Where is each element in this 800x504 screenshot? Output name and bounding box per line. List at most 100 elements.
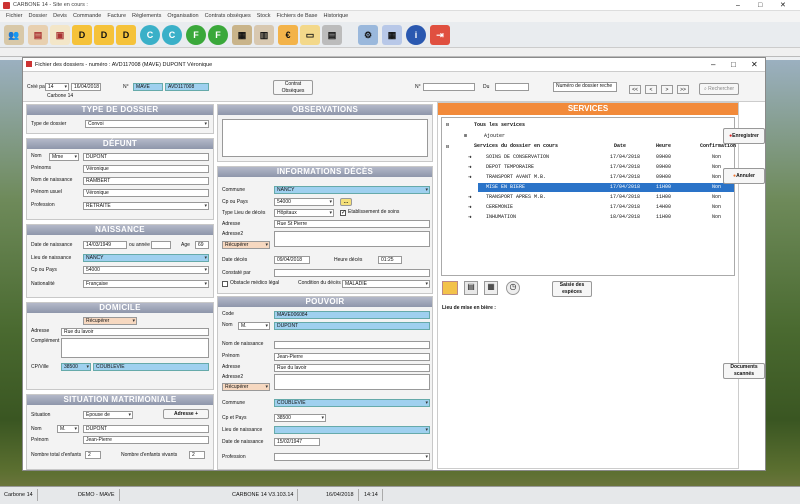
info-icon[interactable]: i: [406, 25, 426, 45]
nationalite-select[interactable]: Française: [83, 280, 209, 288]
prenom-usuel-field[interactable]: Véronique: [83, 189, 209, 197]
nav-first-button[interactable]: <<: [629, 85, 641, 94]
f-icon[interactable]: F: [208, 25, 228, 45]
close-icon[interactable]: ✕: [780, 0, 786, 11]
vivants-field[interactable]: 2: [189, 451, 205, 459]
minimize-icon[interactable]: –: [711, 58, 715, 72]
pouvoir-cp-select[interactable]: 38500: [274, 414, 326, 422]
prenoms-field[interactable]: Véronique: [83, 165, 209, 173]
nav-last-button[interactable]: >>: [677, 85, 689, 94]
d-icon[interactable]: D: [94, 25, 114, 45]
clipboard-icon[interactable]: ▤: [464, 281, 478, 295]
adresse-field[interactable]: Rue du lavoir: [61, 328, 209, 336]
close-icon[interactable]: ✕: [751, 58, 758, 72]
d-icon[interactable]: D: [116, 25, 136, 45]
situation-select[interactable]: Épouse de: [83, 411, 133, 419]
maximize-icon[interactable]: □: [758, 0, 762, 11]
pouvoir-date-field[interactable]: 15/02/1947: [274, 438, 320, 446]
saisie-especes-button[interactable]: Saisie des espèces: [552, 281, 592, 297]
heure-deces-field[interactable]: 01:25: [378, 256, 402, 264]
service-row[interactable]: ➜ CEREMONIE 17/04/2018 14H00 Non: [468, 203, 734, 212]
book-icon[interactable]: ▤: [28, 25, 48, 45]
type-dossier-select[interactable]: Convoi: [85, 120, 209, 128]
recuperer-select[interactable]: Récupérer: [83, 317, 137, 325]
f-icon[interactable]: F: [186, 25, 206, 45]
search-field[interactable]: Numéro de dossier reche: [553, 82, 617, 92]
ajouter-label[interactable]: Ajouter: [484, 133, 505, 140]
site-code-field[interactable]: MAVE: [133, 83, 163, 91]
conjoint-civ-select[interactable]: M.: [57, 425, 79, 433]
menu-item[interactable]: Dossier: [29, 11, 48, 22]
nav-prev-button[interactable]: <: [645, 85, 657, 94]
c-icon[interactable]: C: [140, 25, 160, 45]
annuler-button[interactable]: ●Annuler: [723, 168, 765, 184]
menu-item[interactable]: Devis: [53, 11, 67, 22]
enfants-field[interactable]: 2: [85, 451, 101, 459]
adresse-plus-button[interactable]: Adresse +: [163, 409, 209, 419]
folder-icon[interactable]: [442, 281, 458, 295]
lieu-naissance-select[interactable]: NANCY: [83, 254, 209, 262]
date-deces-field[interactable]: 09/04/2018: [274, 256, 310, 264]
pouvoir-adresse2-field[interactable]: [274, 374, 430, 390]
enregistrer-button[interactable]: ●Enregistrer: [723, 128, 765, 144]
collapse-icon[interactable]: ⊟: [446, 144, 449, 151]
expand-icon[interactable]: ⊞: [464, 133, 467, 140]
age-field[interactable]: 69: [195, 241, 209, 249]
d-icon[interactable]: D: [72, 25, 92, 45]
pouvoir-profession-select[interactable]: [274, 453, 430, 461]
pouvoir-nom-field[interactable]: DUPONT: [274, 322, 430, 330]
pouvoir-commune-select[interactable]: COUBLEVIE: [274, 399, 430, 407]
date-naissance-field[interactable]: 14/03/1949: [83, 241, 127, 249]
menu-item[interactable]: Facture: [107, 11, 126, 22]
menu-item[interactable]: Organisation: [167, 11, 198, 22]
etablissement-checkbox[interactable]: [340, 209, 346, 216]
nom-field[interactable]: DUPONT: [83, 153, 209, 161]
more-button[interactable]: …: [340, 198, 352, 206]
obstacle-checkbox[interactable]: [222, 281, 228, 287]
cp-pays-select[interactable]: 54000: [83, 266, 209, 274]
menu-item[interactable]: Stock: [257, 11, 271, 22]
num-field[interactable]: [423, 83, 475, 91]
pouvoir-adresse-field[interactable]: Rue du lavoir: [274, 364, 430, 372]
code-field[interactable]: MAVE006084: [274, 311, 430, 319]
service-row[interactable]: ➜ MISE EN BIERE 17/04/2018 11H00 Non: [468, 183, 734, 192]
deces-cp-select[interactable]: 54000: [274, 198, 334, 206]
service-row[interactable]: ➜ INHUMATION 18/04/2018 11H00 Non: [468, 213, 734, 222]
menu-item[interactable]: Fichiers de Base: [277, 11, 318, 22]
service-row[interactable]: ➜ TRANSPORT APRES M.B. 17/04/2018 11H00 Non: [468, 193, 734, 202]
package-icon[interactable]: ▦: [232, 25, 252, 45]
menu-item[interactable]: Règlements: [132, 11, 161, 22]
pouvoir-nom-naissance-field[interactable]: [274, 341, 430, 349]
documents-scannes-button[interactable]: Documents scannés: [723, 363, 765, 379]
dossier-number-field[interactable]: AVD117008: [165, 83, 209, 91]
annee-field[interactable]: [151, 241, 171, 249]
deces-adresse2-field[interactable]: [274, 231, 430, 247]
conjoint-prenom-field[interactable]: Jean-Pierre: [83, 436, 209, 444]
menu-item[interactable]: Contrats obsèques: [205, 11, 251, 22]
clock-icon[interactable]: ◷: [506, 281, 520, 295]
pouvoir-civ-select[interactable]: M.: [238, 322, 270, 330]
profession-select[interactable]: RETRAITE: [83, 202, 209, 210]
document-icon[interactable]: ▣: [50, 25, 70, 45]
calculator-icon[interactable]: ▦: [382, 25, 402, 45]
money-icon[interactable]: €: [278, 25, 298, 45]
service-row[interactable]: ➜ SOINS DE CONSERVATION 17/04/2018 09H00 Non: [468, 153, 734, 162]
cree-par-select[interactable]: 14: [45, 83, 69, 91]
rechercher-button[interactable]: ⌕ Rechercher: [699, 83, 739, 95]
nav-next-button[interactable]: >: [661, 85, 673, 94]
pouvoir-prenom-field[interactable]: Jean-Pierre: [274, 353, 430, 361]
pouvoir-lieu-select[interactable]: [274, 426, 430, 434]
deces-adresse-field[interactable]: Rue St Pierre: [274, 220, 430, 228]
ville-field[interactable]: COUBLEVIE: [93, 363, 209, 371]
exit-icon[interactable]: ⇥: [430, 25, 450, 45]
contrat-obseques-button[interactable]: Contrat Obsèques: [273, 80, 313, 95]
complement-field[interactable]: [61, 338, 209, 358]
condition-select[interactable]: MALADIE: [342, 280, 430, 288]
folder-icon[interactable]: ▭: [300, 25, 320, 45]
cp-select[interactable]: 38500: [61, 363, 91, 371]
settings-icon[interactable]: ⚙: [358, 25, 378, 45]
document-icon[interactable]: ▦: [484, 281, 498, 295]
grid-icon[interactable]: ▤: [322, 25, 342, 45]
c-icon[interactable]: C: [162, 25, 182, 45]
menu-item[interactable]: Commande: [73, 11, 101, 22]
